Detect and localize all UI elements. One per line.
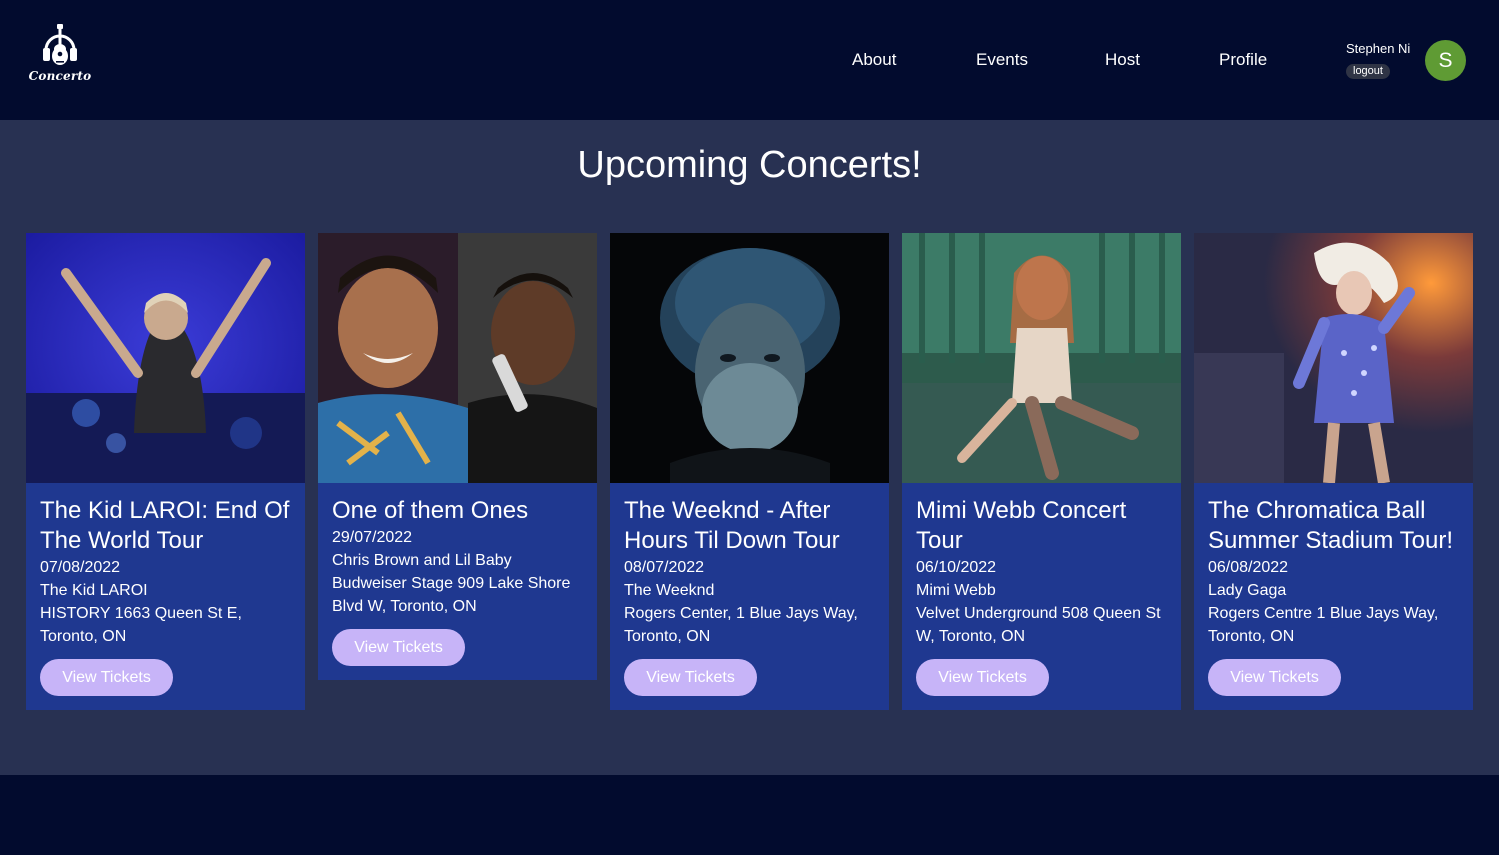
concert-image — [1194, 233, 1473, 483]
concert-artist: Mimi Webb — [916, 582, 996, 599]
concert-image — [26, 233, 305, 483]
nav-host-link[interactable]: Host — [1105, 50, 1140, 70]
view-tickets-button[interactable]: View Tickets — [40, 659, 173, 696]
page-title: Upcoming Concerts! — [577, 144, 922, 186]
view-tickets-button[interactable]: View Tickets — [1208, 659, 1341, 696]
guitar-headphones-icon — [43, 24, 77, 65]
concert-venue: Velvet Underground 508 Queen St W, Toron… — [916, 605, 1161, 645]
concerto-logo[interactable]: Concerto — [28, 24, 92, 84]
concert-date: 08/07/2022 — [624, 559, 705, 576]
concert-image — [902, 233, 1181, 483]
logo-text: Concerto — [28, 69, 92, 83]
user-name: Stephen Ni — [1346, 41, 1411, 56]
page-footer — [0, 775, 1499, 855]
concert-venue: Budweiser Stage 909 Lake Shore Blvd W, T… — [332, 575, 571, 615]
view-tickets-button[interactable]: View Tickets — [332, 629, 465, 666]
view-tickets-button[interactable]: View Tickets — [624, 659, 757, 696]
concert-date: 29/07/2022 — [332, 529, 413, 546]
concert-card: One of them Ones 29/07/2022 Chris Brown … — [318, 233, 597, 680]
concert-date: 07/08/2022 — [40, 559, 121, 576]
concert-title: The Kid LAROI: End Of The World Tour — [40, 497, 290, 554]
concert-artist: The Weeknd — [624, 582, 715, 599]
avatar[interactable]: S — [1425, 40, 1466, 81]
concert-date: 06/10/2022 — [916, 559, 997, 576]
logout-button[interactable]: logout — [1346, 64, 1390, 79]
concert-image — [318, 233, 597, 483]
concert-venue: Rogers Center, 1 Blue Jays Way, Toronto,… — [624, 605, 858, 645]
concert-artist: Lady Gaga — [1208, 582, 1287, 599]
concert-image — [610, 233, 889, 483]
concert-venue: Rogers Centre 1 Blue Jays Way, Toronto, … — [1208, 605, 1439, 645]
concert-artist: Chris Brown and Lil Baby — [332, 552, 512, 569]
concert-card: Mimi Webb Concert Tour 06/10/2022 Mimi W… — [902, 233, 1181, 710]
concert-title: The Chromatica Ball Summer Stadium Tour! — [1208, 497, 1453, 554]
nav-events-link[interactable]: Events — [976, 50, 1028, 70]
concert-artist: The Kid LAROI — [40, 582, 148, 599]
nav-about-link[interactable]: About — [852, 50, 896, 70]
concert-card: The Chromatica Ball Summer Stadium Tour!… — [1194, 233, 1473, 710]
concert-date: 06/08/2022 — [1208, 559, 1289, 576]
top-navbar: Concerto About Events Host Profile Steph… — [0, 0, 1499, 120]
concert-venue: HISTORY 1663 Queen St E, Toronto, ON — [40, 605, 242, 645]
concert-title: The Weeknd - After Hours Til Down Tour — [624, 497, 840, 554]
concerts-section: Upcoming Concerts! The Kid LAROI: End Of… — [0, 120, 1499, 775]
concert-card: The Kid LAROI: End Of The World Tour 07/… — [26, 233, 305, 710]
nav-profile-link[interactable]: Profile — [1219, 50, 1267, 70]
view-tickets-button[interactable]: View Tickets — [916, 659, 1049, 696]
concert-card: The Weeknd - After Hours Til Down Tour 0… — [610, 233, 889, 710]
concert-title: Mimi Webb Concert Tour — [916, 497, 1127, 554]
concert-title: One of them Ones — [332, 497, 529, 524]
